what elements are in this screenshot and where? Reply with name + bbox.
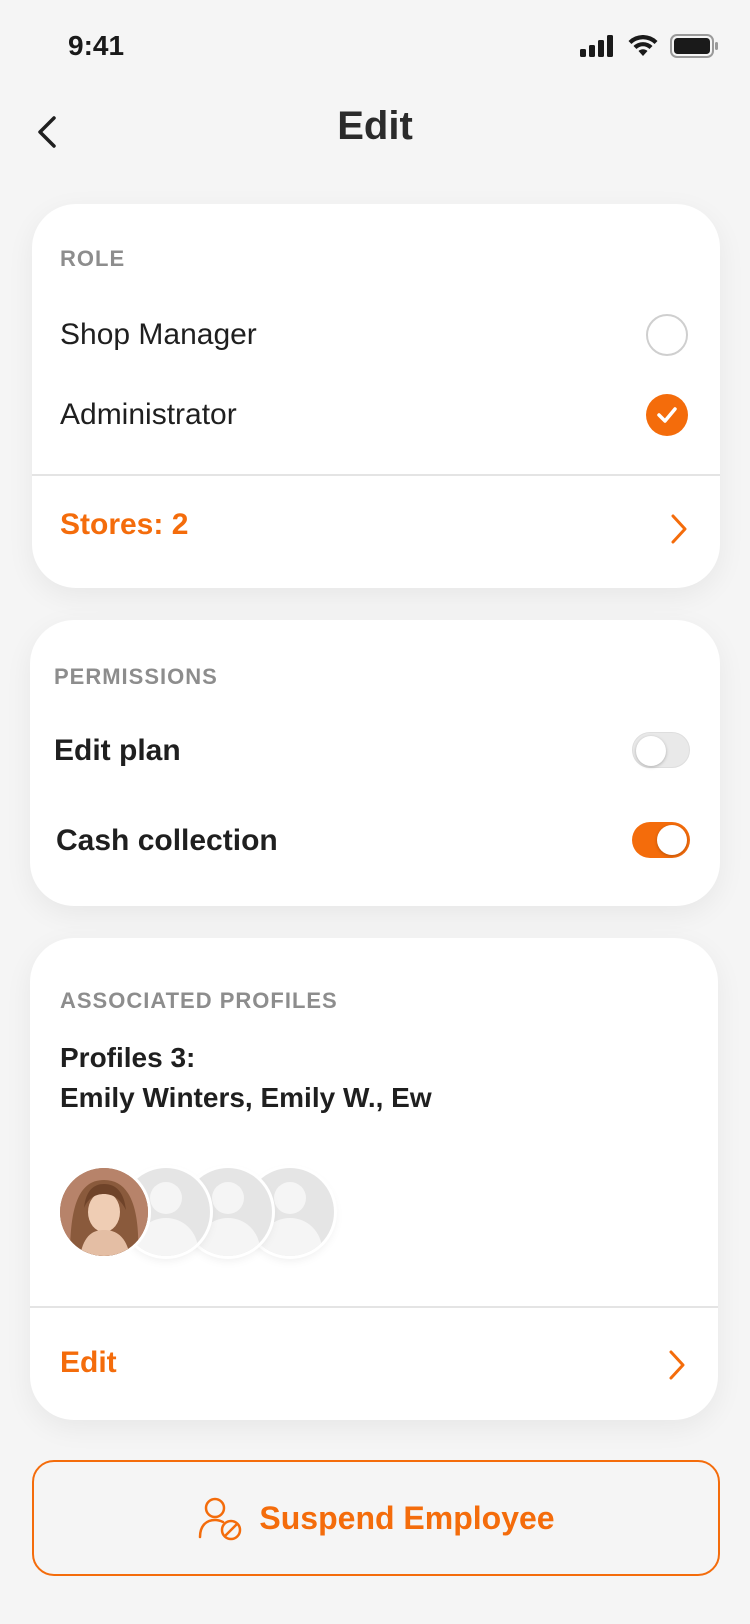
checkmark-icon <box>657 407 677 423</box>
role-option-administrator[interactable]: Administrator <box>32 380 720 450</box>
stores-link[interactable]: Stores: 2 <box>32 476 720 576</box>
suspend-employee-label: Suspend Employee <box>259 1499 555 1536</box>
role-option-label: Shop Manager <box>60 318 257 351</box>
toggle-knob <box>657 825 687 855</box>
avatar-photo <box>60 1168 148 1256</box>
profiles-card: ASSOCIATED PROFILES Profiles 3: Emily Wi… <box>30 938 718 1420</box>
status-time: 9:41 <box>68 30 125 61</box>
cellular-signal-icon <box>580 35 613 57</box>
profiles-count: Profiles 3: <box>60 1042 196 1073</box>
role-section-label: ROLE <box>60 246 126 271</box>
profiles-summary: Profiles 3: Emily Winters, Emily W., Ew <box>60 1038 432 1118</box>
role-card: ROLE Shop Manager Administrator Stores: … <box>32 204 720 588</box>
profiles-names: Emily Winters, Emily W., Ew <box>60 1082 432 1113</box>
permissions-section-label: PERMISSIONS <box>54 664 218 689</box>
permission-label: Cash collection <box>56 824 278 857</box>
chevron-right-icon <box>669 1350 685 1380</box>
profile-photo-icon <box>60 1168 148 1256</box>
role-option-shop-manager[interactable]: Shop Manager <box>32 300 720 370</box>
radio-checked[interactable] <box>646 394 688 436</box>
radio-unchecked[interactable] <box>646 314 688 356</box>
cash-collection-toggle[interactable] <box>632 822 690 858</box>
suspend-employee-button[interactable]: Suspend Employee <box>32 1460 720 1576</box>
permissions-card: PERMISSIONS Edit plan Cash collection <box>30 620 720 906</box>
status-bar: 9:41 <box>0 0 750 96</box>
user-block-icon <box>199 1497 242 1541</box>
profiles-edit-link[interactable]: Edit <box>30 1308 718 1420</box>
profiles-edit-label: Edit <box>60 1346 117 1379</box>
stores-label: Stores: 2 <box>60 508 189 541</box>
toggle-knob <box>636 736 666 766</box>
wifi-icon <box>628 35 658 56</box>
navigation-bar: Edit <box>0 96 750 166</box>
permission-edit-plan: Edit plan <box>30 716 720 786</box>
edit-plan-toggle[interactable] <box>632 732 690 768</box>
profiles-section-label: ASSOCIATED PROFILES <box>60 988 338 1013</box>
role-option-label: Administrator <box>60 398 237 431</box>
avatar-stack <box>60 1168 360 1258</box>
permission-label: Edit plan <box>54 734 181 767</box>
permission-cash-collection: Cash collection <box>30 806 720 876</box>
status-icons <box>580 34 718 58</box>
battery-icon <box>670 34 718 58</box>
page-title: Edit <box>337 104 413 148</box>
chevron-right-icon <box>671 514 687 544</box>
